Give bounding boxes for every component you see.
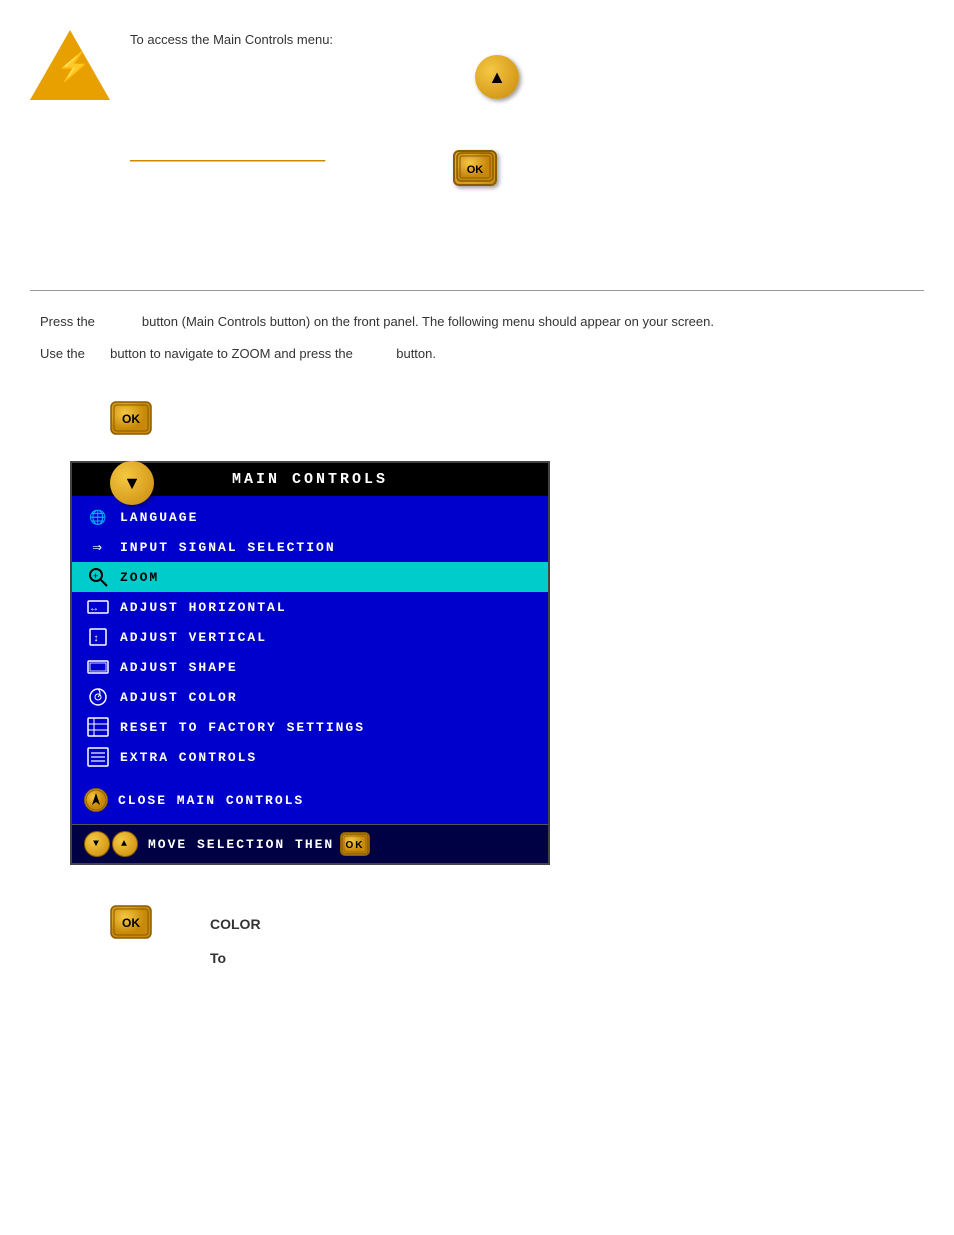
osd-item-vertical[interactable]: ↕ ADJUST VERTICAL [72, 622, 548, 652]
footer-label: MOVE SELECTION THEN [148, 837, 334, 852]
osd-item-color[interactable]: ADJUST COLOR [72, 682, 548, 712]
ok-button-mid[interactable]: OK [110, 401, 152, 440]
osd-item-zoom[interactable]: + ZOOM [72, 562, 548, 592]
middle-section: Press the button (Main Controls button) … [0, 291, 954, 451]
osd-item-input[interactable]: ⇒ INPUT SIGNAL SELECTION [72, 532, 548, 562]
color-text: COLOR [210, 913, 914, 937]
footer-down-icon: ▼ [84, 831, 110, 857]
osd-items: 🌐 LANGUAGE ⇒ INPUT SIGNAL SELECTION + ZO… [72, 496, 548, 824]
svg-text:OK: OK [122, 916, 140, 930]
close-label: CLOSE MAIN CONTROLS [118, 793, 304, 808]
color-icon [84, 686, 112, 708]
top-text-p2 [130, 59, 914, 80]
svg-text:OK: OK [122, 412, 140, 426]
below-text: COLOR To [210, 913, 914, 971]
language-label: LANGUAGE [120, 510, 198, 525]
language-icon: 🌐 [84, 506, 112, 528]
color-label: ADJUST COLOR [120, 690, 238, 705]
to-text: To [210, 947, 914, 971]
svg-text:↔: ↔ [91, 604, 99, 615]
osd-item-reset[interactable]: RESET TO FACTORY SETTINGS [72, 712, 548, 742]
input-label: INPUT SIGNAL SELECTION [120, 540, 336, 555]
zoom-icon: + [84, 566, 112, 588]
extra-label: EXTRA CONTROLS [120, 750, 257, 765]
top-text-p4 [130, 116, 914, 137]
vertical-label: ADJUST VERTICAL [120, 630, 267, 645]
svg-text:OK: OK [346, 840, 365, 851]
osd-spacer [72, 772, 548, 782]
osd-menu: MAIN CONTROLS 🌐 LANGUAGE ⇒ INPUT SIGNAL … [70, 461, 550, 865]
input-icon: ⇒ [84, 536, 112, 558]
warning-triangle [30, 30, 110, 100]
footer-ok-icon: OK [340, 832, 370, 856]
close-icon [84, 788, 108, 812]
reset-icon [84, 716, 112, 738]
top-link-text: ___________________________ [130, 147, 325, 162]
to-label-text: To [210, 950, 226, 966]
top-text-p1: To access the Main Controls menu: [130, 30, 914, 51]
reset-label: RESET TO FACTORY SETTINGS [120, 720, 365, 735]
down-arrow-icon[interactable]: ▼ [110, 461, 154, 505]
color-label-text: COLOR [210, 916, 261, 932]
horizontal-icon: ↔ [84, 596, 112, 618]
top-text-p3 [130, 88, 914, 109]
ok-button-below[interactable]: OK [110, 905, 152, 944]
zoom-label: ZOOM [120, 570, 159, 585]
footer-nav-icons: ▼ ▲ [84, 831, 138, 857]
below-menu-section: OK COLOR To [0, 895, 954, 981]
osd-item-horizontal[interactable]: ↔ ADJUST HORIZONTAL [72, 592, 548, 622]
footer-up-icon: ▲ [112, 831, 138, 857]
top-section: ▲ OK To access the Main Controls menu: [0, 0, 954, 290]
svg-text:🌐: 🌐 [89, 509, 108, 527]
osd-footer: ▼ ▲ MOVE SELECTION THEN OK [72, 824, 548, 863]
svg-text:+: + [93, 572, 100, 582]
extra-icon [84, 746, 112, 768]
vertical-icon: ↕ [84, 626, 112, 648]
svg-text:↕: ↕ [93, 634, 101, 645]
middle-text-1: Press the button (Main Controls button) … [40, 311, 914, 333]
warning-icon [30, 30, 110, 100]
osd-item-extra[interactable]: EXTRA CONTROLS [72, 742, 548, 772]
shape-icon [84, 656, 112, 678]
osd-close-row[interactable]: CLOSE MAIN CONTROLS [72, 782, 548, 818]
horizontal-label: ADJUST HORIZONTAL [120, 600, 287, 615]
down-button[interactable]: ▼ [110, 461, 154, 505]
top-text-area: To access the Main Controls menu: ______… [130, 30, 914, 174]
osd-item-language[interactable]: 🌐 LANGUAGE [72, 502, 548, 532]
shape-label: ADJUST SHAPE [120, 660, 238, 675]
middle-text-2: Use the button to navigate to ZOOM and p… [40, 343, 914, 365]
osd-item-shape[interactable]: ADJUST SHAPE [72, 652, 548, 682]
top-link: ___________________________ [130, 145, 914, 166]
